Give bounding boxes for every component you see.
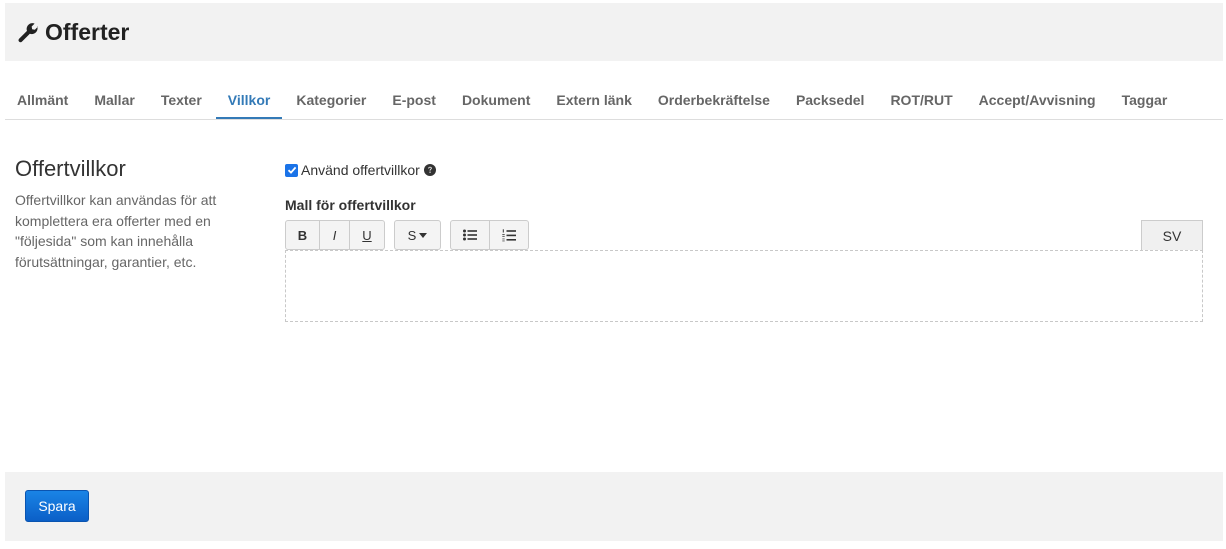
underline-button[interactable]: U — [350, 220, 385, 250]
checkmark-icon — [287, 166, 296, 174]
tab-packsedel[interactable]: Packsedel — [784, 81, 877, 119]
numbered-list-button[interactable] — [490, 220, 529, 250]
language-button[interactable]: SV — [1141, 220, 1203, 251]
style-button-label: S — [407, 227, 417, 243]
page-header: Offerter — [5, 3, 1223, 61]
bold-button[interactable]: B — [285, 220, 320, 250]
tab-extern-lank[interactable]: Extern länk — [544, 81, 643, 119]
format-button-group: B I U — [285, 220, 385, 250]
settings-tabs: Allmänt Mallar Texter Villkor Kategorier… — [5, 81, 1223, 120]
wrench-icon — [18, 23, 38, 43]
editor-label: Mall för offertvillkor — [285, 197, 416, 213]
style-dropdown-button[interactable]: S — [394, 220, 441, 250]
tab-taggar[interactable]: Taggar — [1110, 81, 1180, 119]
use-terms-checkbox-row: Använd offertvillkor — [285, 162, 436, 178]
save-button[interactable]: Spara — [25, 490, 89, 522]
caret-down-icon — [419, 232, 428, 238]
list-button-group — [450, 220, 529, 250]
question-circle-icon[interactable] — [423, 164, 436, 176]
editor-toolbar: B I U S SV — [285, 220, 1203, 251]
tab-dokument[interactable]: Dokument — [450, 81, 542, 119]
numbered-list-icon — [502, 228, 516, 241]
tab-villkor[interactable]: Villkor — [215, 81, 283, 119]
use-terms-checkbox[interactable] — [285, 163, 298, 177]
tab-e-post[interactable]: E-post — [380, 81, 448, 119]
bulleted-list-icon — [463, 229, 477, 241]
page-footer: Spara — [5, 472, 1223, 541]
use-terms-label[interactable]: Använd offertvillkor — [301, 162, 420, 178]
tab-kategorier[interactable]: Kategorier — [284, 81, 378, 119]
tab-texter[interactable]: Texter — [149, 81, 214, 119]
terms-editor-area[interactable] — [285, 250, 1203, 322]
tab-rot-rut[interactable]: ROT/RUT — [878, 81, 964, 119]
bulleted-list-button[interactable] — [450, 220, 490, 250]
tab-allmant[interactable]: Allmänt — [5, 81, 80, 119]
tab-orderbekraftelse[interactable]: Orderbekräftelse — [646, 81, 782, 119]
tab-mallar[interactable]: Mallar — [82, 81, 146, 119]
style-button-group: S — [394, 220, 441, 250]
section-description: Offertvillkor kan användas för att kompl… — [15, 192, 217, 270]
section-title: Offertvillkor — [15, 156, 126, 181]
tab-accept-avvisning[interactable]: Accept/Avvisning — [967, 81, 1108, 119]
italic-button[interactable]: I — [320, 220, 350, 250]
page-title: Offerter — [45, 18, 130, 45]
